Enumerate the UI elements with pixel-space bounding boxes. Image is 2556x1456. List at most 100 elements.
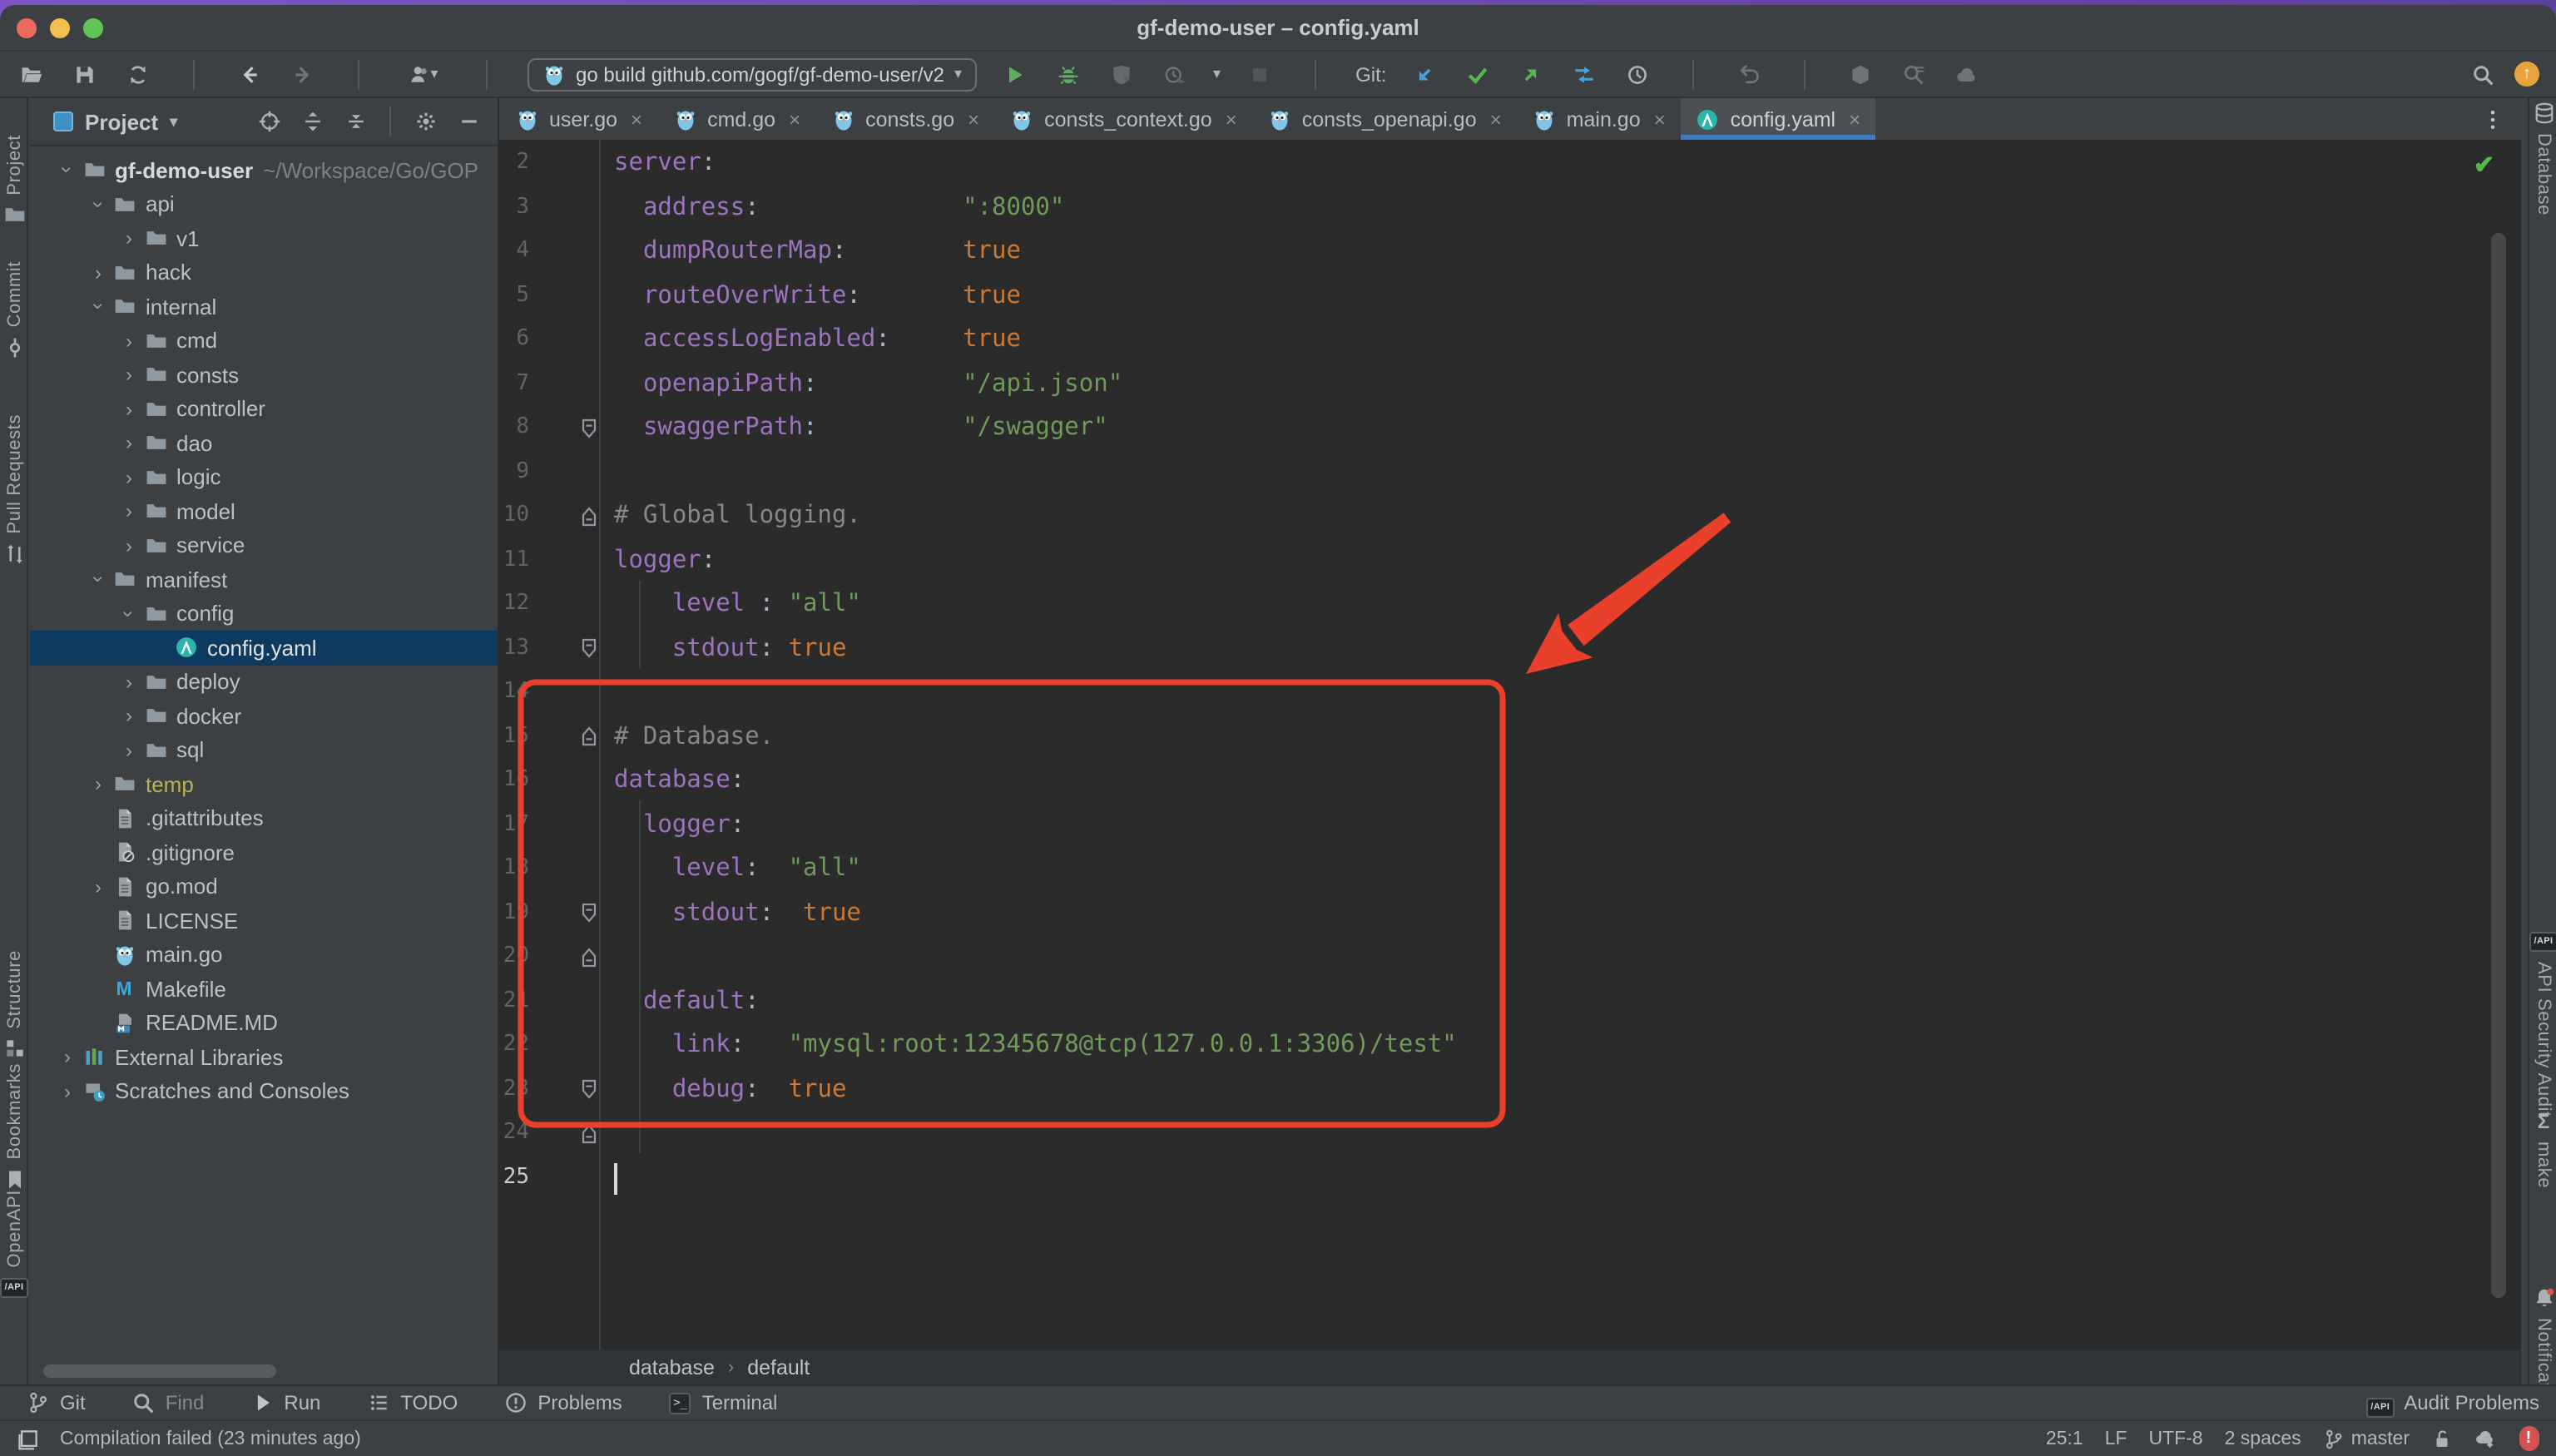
chevron-down-icon[interactable]: › — [56, 156, 79, 185]
sidebar-item-openapi[interactable]: OpenAPI/API — [0, 1190, 28, 1300]
toolwindow-button-audit-problems[interactable]: /APIAudit Problems — [2366, 1391, 2539, 1414]
update-available-icon[interactable]: ↑ — [2514, 62, 2539, 87]
code-line[interactable]: 19 stdout: true — [499, 891, 2521, 935]
status-master[interactable]: master — [2323, 1428, 2410, 1449]
synchronize-icon[interactable] — [123, 59, 153, 89]
tree-item-gf-demo-user[interactable]: ›gf-demo-user~/Workspace/Go/GOP — [30, 153, 498, 187]
code-line[interactable]: 3 address: ":8000" — [499, 186, 2521, 230]
tree-item-.gitattributes[interactable]: .gitattributes — [30, 801, 498, 835]
expand-all-icon[interactable] — [300, 109, 324, 134]
toolwindow-button-run[interactable]: Run — [250, 1391, 320, 1414]
tab-consts_openapi-go[interactable]: consts_openapi.go× — [1252, 98, 1517, 140]
chevron-right-icon[interactable]: › — [53, 1046, 82, 1069]
sidebar-item-bookmarks[interactable]: Bookmarks — [0, 1063, 28, 1191]
code-line[interactable]: 13 stdout: true — [499, 626, 2521, 671]
code-line[interactable]: 20 — [499, 935, 2521, 979]
profiler-button-icon[interactable] — [1160, 59, 1190, 89]
editor-vertical-scrollbar[interactable] — [2491, 233, 2506, 1298]
close-icon[interactable]: × — [1226, 107, 1237, 131]
tree-item-license[interactable]: LICENSE — [30, 904, 498, 938]
open-project-icon[interactable] — [17, 59, 47, 89]
chevron-down-icon[interactable]: › — [117, 600, 141, 628]
tree-item-makefile[interactable]: MMakefile — [30, 972, 498, 1006]
tree-item-api[interactable]: ›api — [30, 187, 498, 221]
tree-item-model[interactable]: ›model — [30, 494, 498, 528]
close-icon[interactable]: × — [789, 107, 800, 131]
toolwindow-button-todo[interactable]: TODO — [367, 1391, 458, 1414]
project-view-selector[interactable]: Project ▾ — [53, 109, 177, 134]
tab-options-kebab-icon[interactable] — [2481, 98, 2504, 140]
tree-item-service[interactable]: ›service — [30, 528, 498, 562]
close-icon[interactable]: × — [1490, 107, 1502, 131]
tab-consts-go[interactable]: consts.go× — [815, 98, 994, 140]
breadcrumb-item-default[interactable]: default — [747, 1355, 810, 1379]
code-line[interactable]: 25 — [499, 1156, 2521, 1200]
tab-user-go[interactable]: user.go× — [499, 98, 657, 140]
chevron-right-icon[interactable]: › — [115, 398, 143, 421]
fold-marker-icon[interactable] — [581, 637, 597, 659]
code-line[interactable]: 17 logger: — [499, 803, 2521, 847]
code-line[interactable]: 4 dumpRouterMap: true — [499, 230, 2521, 274]
code-line[interactable]: 18 level: "all" — [499, 847, 2521, 891]
code-line[interactable]: 22 link: "mysql:root:12345678@tcp(127.0.… — [499, 1023, 2521, 1067]
tree-item-internal[interactable]: ›internal — [30, 290, 498, 324]
tree-item-consts[interactable]: ›consts — [30, 358, 498, 392]
code-line[interactable]: 7 openapiPath: "/api.json" — [499, 362, 2521, 406]
code-line[interactable]: 8 swaggerPath: "/swagger" — [499, 406, 2521, 450]
fold-marker-icon[interactable] — [581, 1122, 597, 1144]
tree-item-scratches-and-consoles[interactable]: ›Scratches and Consoles — [30, 1074, 498, 1108]
find-usages-icon[interactable] — [1899, 59, 1929, 89]
code-line[interactable]: 9 — [499, 450, 2521, 494]
code-line[interactable]: 2server: — [499, 141, 2521, 186]
stop-button-icon[interactable] — [1244, 59, 1274, 89]
local-history-icon[interactable] — [1622, 59, 1652, 89]
chevron-right-icon[interactable]: › — [53, 1080, 82, 1103]
save-all-icon[interactable] — [70, 59, 100, 89]
chevron-right-icon[interactable]: › — [115, 534, 143, 557]
status-utf-8[interactable]: UTF-8 — [2148, 1429, 2202, 1449]
status-2-spaces[interactable]: 2 spaces — [2225, 1429, 2301, 1449]
chevron-down-icon[interactable]: ▾ — [1213, 65, 1221, 83]
tab-config-yaml[interactable]: config.yaml× — [1681, 98, 1876, 140]
code-line[interactable]: 6 accessLogEnabled: true — [499, 318, 2521, 362]
gear-icon[interactable] — [413, 109, 438, 134]
code-line[interactable]: 11logger: — [499, 538, 2521, 582]
git-commit-check-icon[interactable] — [1463, 59, 1493, 89]
git-merge-icon[interactable] — [1569, 59, 1599, 89]
code-line[interactable]: 23 debug: true — [499, 1067, 2521, 1112]
chevron-right-icon[interactable]: › — [84, 875, 112, 899]
sidebar-item-structure[interactable]: Structure — [0, 950, 28, 1061]
status-lf[interactable]: LF — [2105, 1429, 2128, 1449]
sidebar-item-project[interactable]: Project — [0, 135, 28, 227]
fold-marker-icon[interactable] — [581, 902, 597, 924]
fold-marker-icon[interactable] — [581, 417, 597, 438]
chevron-down-icon[interactable]: › — [87, 293, 110, 321]
tree-item-main.go[interactable]: main.go — [30, 938, 498, 972]
status-error-oval[interactable]: ! — [2518, 1428, 2539, 1449]
status-unlock[interactable] — [2431, 1428, 2453, 1449]
git-update-icon[interactable] — [1409, 59, 1439, 89]
editor[interactable]: 2server:3 address: ":8000"4 dumpRouterMa… — [499, 140, 2521, 1350]
fold-marker-icon[interactable] — [581, 505, 597, 527]
breadcrumb-item-database[interactable]: database — [629, 1355, 715, 1379]
code-line[interactable]: 5 routeOverWrite: true — [499, 274, 2521, 318]
user-profile-icon[interactable]: ▾ — [399, 59, 446, 89]
chevron-right-icon[interactable]: › — [115, 364, 143, 387]
chevron-right-icon[interactable]: › — [115, 500, 143, 523]
chevron-right-icon[interactable]: › — [84, 773, 112, 796]
tree-item-temp[interactable]: ›temp — [30, 767, 498, 801]
collapse-all-icon[interactable] — [343, 109, 368, 134]
chevron-right-icon[interactable]: › — [115, 705, 143, 728]
chevron-right-icon[interactable]: › — [115, 466, 143, 489]
tab-cmd-go[interactable]: cmd.go× — [657, 98, 815, 140]
sidebar-item-commit[interactable]: Commit — [0, 261, 28, 359]
status-25-1[interactable]: 25:1 — [2046, 1429, 2083, 1449]
tree-item-cmd[interactable]: ›cmd — [30, 324, 498, 358]
toolwindow-button-problems[interactable]: Problems — [504, 1391, 622, 1414]
toolwindow-button-terminal[interactable]: >_Terminal — [669, 1391, 778, 1414]
tree-item-config.yaml[interactable]: config.yaml — [30, 631, 498, 665]
project-horizontal-scrollbar[interactable] — [43, 1364, 276, 1378]
code-line[interactable]: 10# Global logging. — [499, 494, 2521, 538]
code-inspection-icon[interactable] — [1845, 59, 1875, 89]
run-button-icon[interactable] — [1000, 59, 1030, 89]
